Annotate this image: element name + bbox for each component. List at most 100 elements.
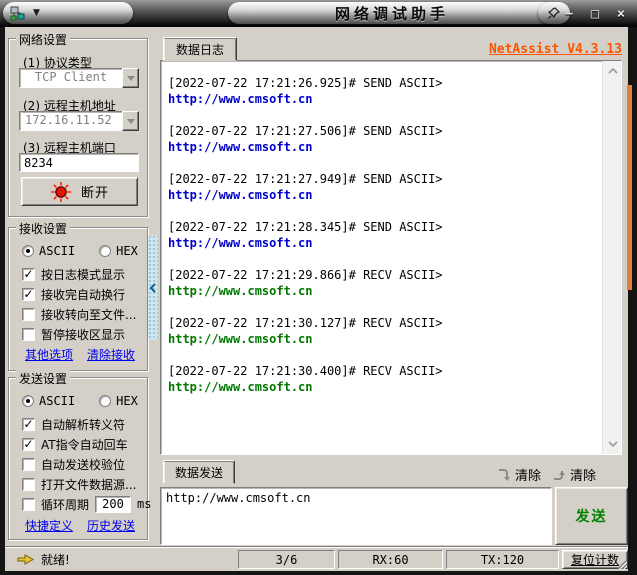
radio-label: HEX [116, 394, 138, 408]
clear-send-button[interactable]: 清除 [552, 465, 597, 484]
checkbox-icon: ✓ [22, 266, 35, 281]
connection-status-icon [50, 181, 72, 202]
log-data: http://www.cmsoft.cn [168, 188, 313, 202]
log-timestamp: [2022-07-22 17:21:27.949]# SEND ASCII> [168, 172, 443, 186]
checkbox-icon: ✓ [22, 436, 35, 451]
send-option-3[interactable]: 打开文件数据源... [9, 474, 147, 494]
cycle-period-input[interactable] [95, 495, 132, 513]
group-title: 发送设置 [16, 370, 71, 387]
maximize-button[interactable]: □ [587, 6, 603, 22]
arrow-up-icon [554, 471, 565, 480]
app-window: ▼ 网络调试助手 − □ × 网络设置 (1) 协议类型 TCP Client [0, 0, 637, 575]
status-bar: 就绪! 3/6 RX:60 TX:120 复位计数 [5, 546, 628, 571]
chevron-down-icon [126, 118, 135, 124]
radio-label: HEX [116, 244, 138, 258]
checkbox-icon [22, 457, 35, 471]
send-option-2[interactable]: 自动发送校验位 [9, 454, 147, 474]
radio-label: ASCII [39, 244, 76, 258]
shortcut-define-link[interactable]: 快捷定义 [25, 517, 73, 534]
port-input[interactable] [19, 153, 139, 172]
radio-label: ASCII [39, 394, 76, 408]
checkbox-icon [22, 497, 35, 511]
radio-icon [99, 395, 112, 407]
titlebar-caption: 网络调试助手 [228, 2, 556, 24]
arrow-down-icon [499, 469, 510, 481]
frame-scroll-thumb[interactable] [627, 85, 632, 290]
recv-option-3[interactable]: 暂停接收区显示 [9, 324, 147, 344]
send-radio-hex[interactable]: HEX [99, 394, 138, 408]
clear-label: 清除 [570, 468, 597, 484]
send-cycle-checkbox[interactable]: 循环周期 ms [9, 494, 151, 514]
scroll-down-icon[interactable] [603, 436, 621, 452]
checkbox-icon: ✓ [22, 416, 35, 431]
send-radio-ascii[interactable]: ASCII [22, 394, 75, 408]
app-icon [10, 6, 25, 21]
other-options-link[interactable]: 其他选项 [25, 346, 73, 363]
protocol-select[interactable]: TCP Client [19, 68, 139, 88]
history-send-link[interactable]: 历史发送 [87, 517, 135, 534]
send-input[interactable] [160, 487, 552, 545]
recv-option-0[interactable]: ✓ 按日志模式显示 [9, 264, 147, 284]
log-timestamp: [2022-07-22 17:21:30.127]# RECV ASCII> [168, 316, 443, 330]
host-select[interactable]: 172.16.11.52 [19, 111, 139, 131]
menu-arrow-icon[interactable]: ▼ [33, 8, 40, 18]
checkbox-label: 按日志模式显示 [41, 267, 126, 282]
log-entry: [2022-07-22 17:21:26.925]# SEND ASCII> h… [168, 75, 596, 107]
status-ready-text: 就绪! [41, 553, 70, 567]
send-option-1[interactable]: ✓ AT指令自动回车 [9, 434, 147, 454]
cycle-unit: ms [137, 497, 152, 511]
log-data: http://www.cmsoft.cn [168, 380, 313, 394]
pointer-hand-icon [17, 554, 34, 565]
disconnect-button[interactable]: 断开 [21, 177, 138, 206]
version-link[interactable]: NetAssist V4.3.13 [489, 42, 622, 57]
checkbox-label: 自动发送校验位 [41, 457, 126, 472]
group-title: 接收设置 [16, 220, 71, 237]
close-button[interactable]: × [613, 6, 629, 22]
protocol-dropdown-button[interactable] [122, 68, 139, 88]
tab-data-log[interactable]: 数据日志 [163, 37, 237, 61]
titlebar[interactable]: ▼ 网络调试助手 − □ × [0, 0, 637, 27]
recv-option-1[interactable]: ✓ 接收完自动换行 [9, 284, 147, 304]
tab-label: 数据发送 [174, 465, 223, 480]
checkbox-label: 接收转向至文件... [41, 307, 137, 322]
host-value: 172.16.11.52 [19, 111, 122, 131]
panel-collapse-splitter[interactable] [148, 235, 158, 340]
resize-grip[interactable] [615, 558, 627, 570]
recv-option-2[interactable]: 接收转向至文件... [9, 304, 147, 324]
tab-data-send[interactable]: 数据发送 [163, 460, 235, 484]
send-option-0[interactable]: ✓ 自动解析转义符 [9, 414, 147, 434]
send-button[interactable]: 发送 [555, 487, 628, 545]
log-view[interactable]: [2022-07-22 17:21:26.925]# SEND ASCII> h… [160, 60, 622, 455]
recv-radio-hex[interactable]: HEX [99, 244, 138, 258]
checkbox-label: 自动解析转义符 [41, 417, 126, 432]
status-packet-count: 3/6 [238, 550, 335, 569]
receive-settings-group: 接收设置 ASCII HEX ✓ 按日志模式显示 ✓ 接收完自动换行 接收转向至… [8, 220, 148, 371]
network-settings-group: 网络设置 (1) 协议类型 TCP Client (2) 远程主机地址 172.… [8, 31, 148, 217]
log-entry: [2022-07-22 17:21:28.345]# SEND ASCII> h… [168, 219, 596, 251]
scroll-up-icon[interactable] [603, 63, 621, 79]
log-data: http://www.cmsoft.cn [168, 332, 313, 346]
group-title: 网络设置 [16, 31, 71, 48]
log-data: http://www.cmsoft.cn [168, 140, 313, 154]
recv-radio-ascii[interactable]: ASCII [22, 244, 75, 258]
disconnect-label: 断开 [80, 186, 109, 201]
log-timestamp: [2022-07-22 17:21:30.400]# RECV ASCII> [168, 364, 443, 378]
minimize-button[interactable]: − [561, 6, 577, 22]
log-scrollbar[interactable] [602, 61, 621, 454]
log-content: [2022-07-22 17:21:26.925]# SEND ASCII> h… [161, 61, 602, 454]
send-settings-group: 发送设置 ASCII HEX ✓ 自动解析转义符 ✓ AT指令自动回车 自动发送… [8, 370, 151, 540]
checkbox-icon [22, 477, 35, 491]
titlebar-menu-area[interactable]: ▼ [3, 2, 133, 24]
checkbox-label: 接收完自动换行 [41, 287, 126, 302]
host-dropdown-button[interactable] [122, 111, 139, 131]
log-data: http://www.cmsoft.cn [168, 284, 313, 298]
log-timestamp: [2022-07-22 17:21:28.345]# SEND ASCII> [168, 220, 443, 234]
clear-receive-button[interactable]: 清除 [497, 465, 541, 484]
checkbox-icon [22, 327, 35, 341]
status-rx-count: RX:60 [338, 550, 443, 569]
log-timestamp: [2022-07-22 17:21:26.925]# SEND ASCII> [168, 76, 443, 90]
window-body: 网络设置 (1) 协议类型 TCP Client (2) 远程主机地址 172.… [5, 27, 628, 571]
log-timestamp: [2022-07-22 17:21:27.506]# SEND ASCII> [168, 124, 443, 138]
clear-receive-link[interactable]: 清除接收 [87, 346, 135, 363]
checkbox-icon [22, 307, 35, 321]
